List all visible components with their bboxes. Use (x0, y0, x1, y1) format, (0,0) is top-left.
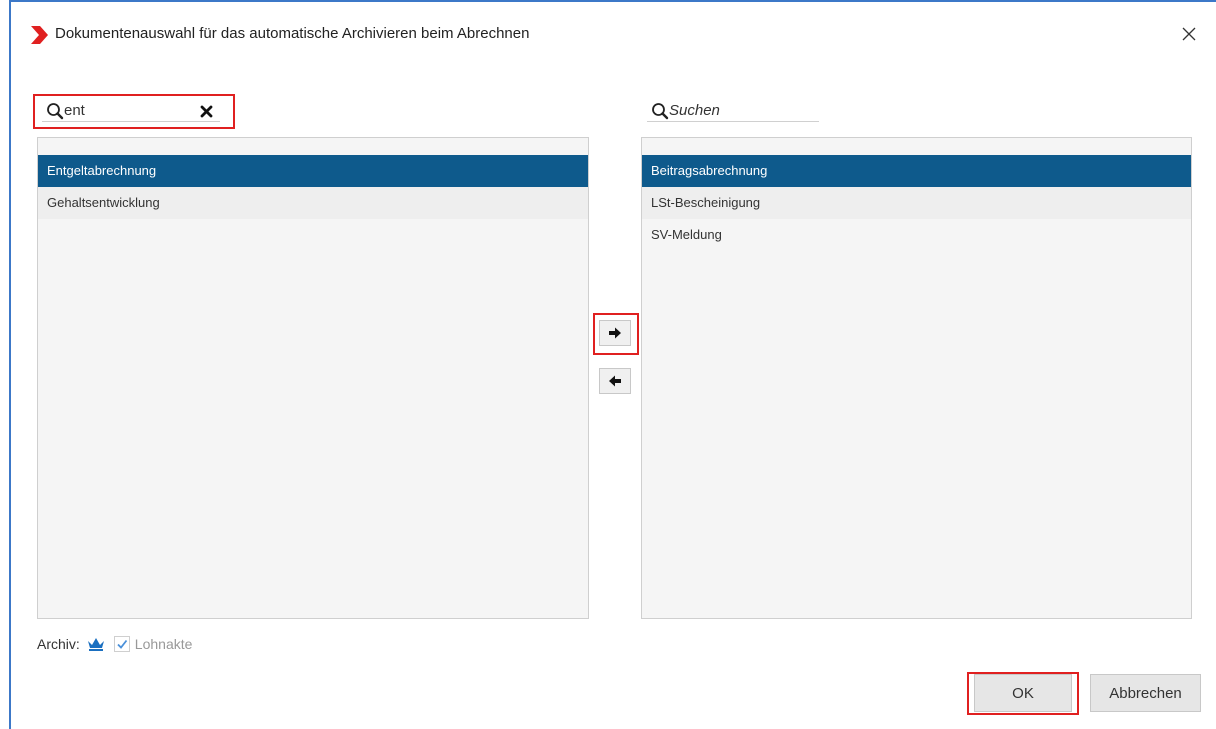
lohnakte-checkbox[interactable] (113, 636, 130, 652)
dialog-title: Dokumentenauswahl für das automatische A… (55, 25, 530, 42)
cancel-button[interactable]: Abbrechen (1090, 674, 1201, 712)
clear-icon (200, 105, 212, 117)
search-icon (652, 103, 669, 120)
checkmark-icon (117, 639, 128, 649)
title-bar: Dokumentenauswahl für das automatische A… (11, 2, 1216, 64)
crown-icon (87, 638, 104, 651)
arrow-left-icon (609, 375, 621, 387)
selected-documents-list[interactable]: Beitragsabrechnung LSt-Bescheinigung SV-… (641, 137, 1192, 619)
close-button[interactable] (1174, 20, 1204, 48)
clear-search-button[interactable] (196, 101, 216, 121)
search-icon (47, 103, 64, 120)
list-item[interactable]: SV-Meldung (642, 219, 1191, 251)
ok-button[interactable]: OK (974, 674, 1072, 712)
lohnakte-label: Lohnakte (134, 636, 193, 652)
move-left-button[interactable] (599, 368, 631, 394)
dialog-window: Dokumentenauswahl für das automatische A… (0, 0, 1216, 729)
list-item[interactable]: Gehaltsentwicklung (38, 187, 588, 219)
close-icon (1182, 27, 1196, 41)
right-search-field[interactable] (647, 100, 819, 122)
available-documents-list[interactable]: Entgeltabrechnung Gehaltsentwicklung (37, 137, 589, 619)
right-search-input[interactable] (669, 100, 809, 120)
app-logo-icon (31, 26, 48, 44)
list-item[interactable]: Beitragsabrechnung (642, 155, 1191, 187)
archive-row: Archiv: Lohnakte (37, 634, 192, 654)
list-item[interactable]: Entgeltabrechnung (38, 155, 588, 187)
archive-label: Archiv: (37, 636, 80, 652)
left-search-field[interactable] (42, 100, 220, 122)
move-right-button[interactable] (599, 320, 631, 346)
window-border-left (9, 0, 11, 729)
left-search-input[interactable] (64, 100, 204, 120)
list-item[interactable]: LSt-Bescheinigung (642, 187, 1191, 219)
arrow-right-icon (609, 327, 621, 339)
